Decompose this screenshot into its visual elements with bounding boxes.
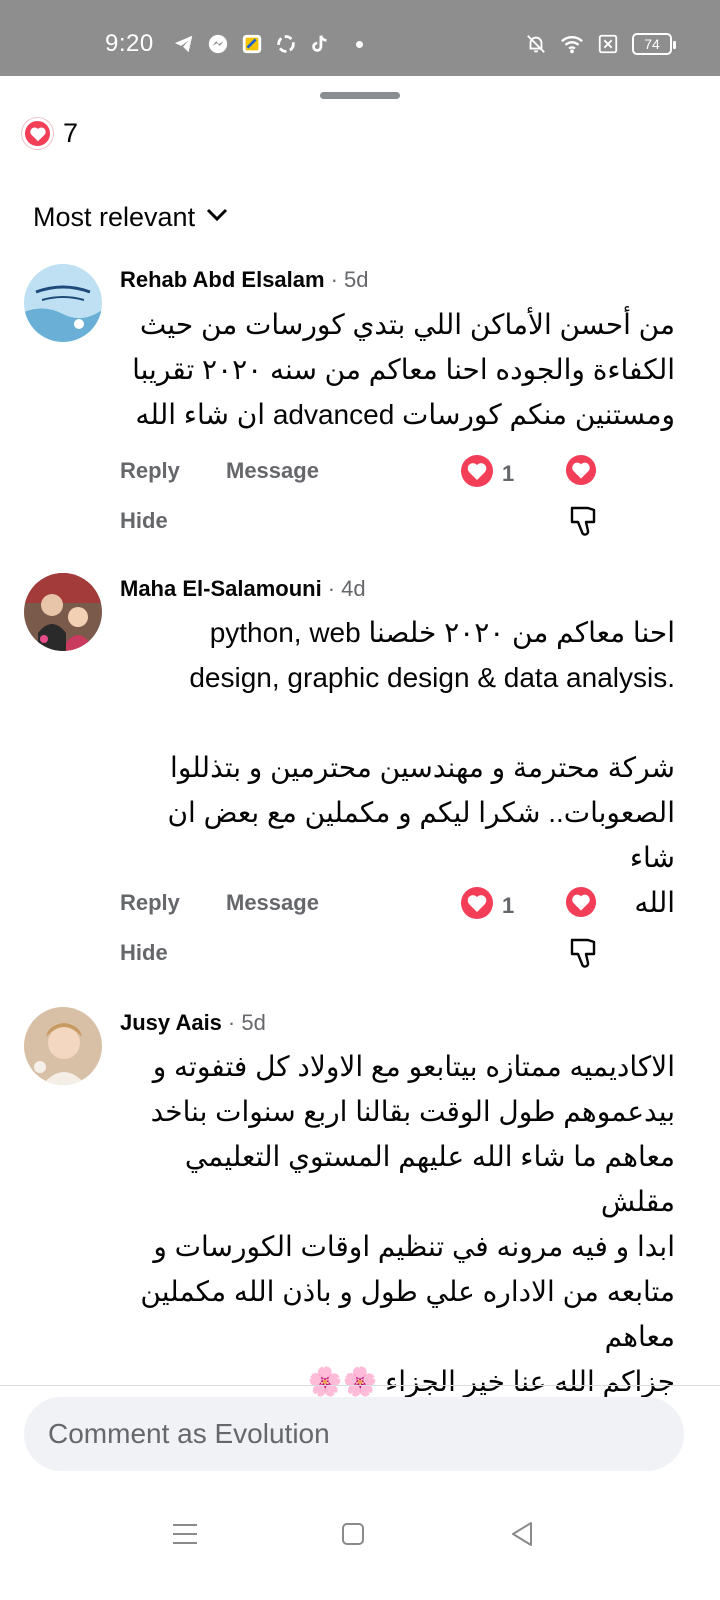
love-button[interactable]: [565, 454, 597, 491]
reply-button[interactable]: Reply: [120, 890, 180, 916]
sheet-drag-handle[interactable]: [320, 92, 400, 99]
sync-icon: [274, 32, 298, 56]
reaction-summary[interactable]: 7: [22, 118, 78, 149]
tiktok-icon: [308, 32, 332, 56]
sort-dropdown[interactable]: Most relevant: [33, 202, 229, 233]
comment-input[interactable]: [24, 1397, 684, 1471]
chevron-down-icon: [205, 207, 229, 228]
back-icon[interactable]: [498, 1510, 546, 1558]
status-time: 9:20: [105, 30, 154, 57]
composer-divider: [0, 1385, 720, 1386]
message-button[interactable]: Message: [226, 890, 319, 916]
message-button[interactable]: Message: [226, 458, 319, 484]
comment-actions-secondary: Hide: [120, 506, 620, 538]
system-icons: 74: [524, 32, 676, 56]
comment-text: من أحسن الأماكن اللي بتدي كورسات من حيث …: [132, 309, 675, 430]
app-icon: [240, 32, 264, 56]
reaction-count: 7: [63, 118, 79, 148]
love-reaction-icon: [460, 454, 494, 494]
comment-header: Maha El-Salamouni · 4d: [120, 576, 366, 602]
sort-label: Most relevant: [33, 202, 196, 232]
comment-reaction-count[interactable]: 1: [460, 454, 514, 494]
avatar[interactable]: [24, 573, 102, 651]
comment-time: · 5d: [227, 1010, 266, 1035]
comment-text: احنا معاكم من ٢٠٢٠ خلصنا python, web des…: [167, 617, 675, 918]
comment-actions: Reply Message 1: [120, 886, 620, 920]
telegram-icon: [172, 32, 196, 56]
hide-button[interactable]: Hide: [120, 940, 168, 966]
commenter-name[interactable]: Jusy Aais: [120, 1010, 222, 1036]
wifi-icon: [560, 32, 584, 56]
status-bar: 9:20 74: [0, 0, 720, 76]
commenter-name[interactable]: Maha El-Salamouni: [120, 576, 322, 602]
reply-button[interactable]: Reply: [120, 458, 180, 484]
bell-muted-icon: [524, 32, 548, 56]
comment-time: · 4d: [327, 576, 366, 601]
comment-actions-secondary: Hide: [120, 938, 620, 970]
love-button[interactable]: [565, 886, 597, 923]
home-icon[interactable]: [329, 1510, 377, 1558]
hide-button[interactable]: Hide: [120, 508, 168, 534]
thumbs-down-icon[interactable]: [568, 504, 598, 541]
messenger-icon: [206, 32, 230, 56]
thumbs-down-icon[interactable]: [568, 936, 598, 973]
avatar[interactable]: [24, 264, 102, 342]
comment-actions: Reply Message 1: [120, 454, 620, 488]
comment-time: · 5d: [330, 267, 369, 292]
love-reaction-icon: [22, 118, 53, 149]
notification-icons: [172, 32, 363, 56]
love-reaction-icon: [460, 886, 494, 926]
avatar[interactable]: [24, 1007, 102, 1085]
commenter-name[interactable]: Rehab Abd Elsalam: [120, 267, 325, 293]
comment-composer[interactable]: [24, 1397, 684, 1471]
menu-icon[interactable]: [161, 1510, 209, 1558]
comment-header: Rehab Abd Elsalam · 5d: [120, 267, 369, 293]
comment-text: الاكاديميه ممتازه بيتابعو مع الاولاد كل …: [140, 1051, 675, 1397]
no-sim-icon: [596, 32, 620, 56]
more-notifications-dot: [356, 40, 363, 48]
comment-header: Jusy Aais · 5d: [120, 1010, 266, 1036]
comment-reaction-count[interactable]: 1: [460, 886, 514, 926]
system-nav-bar: [0, 1480, 720, 1600]
battery-icon: 74: [632, 33, 676, 55]
